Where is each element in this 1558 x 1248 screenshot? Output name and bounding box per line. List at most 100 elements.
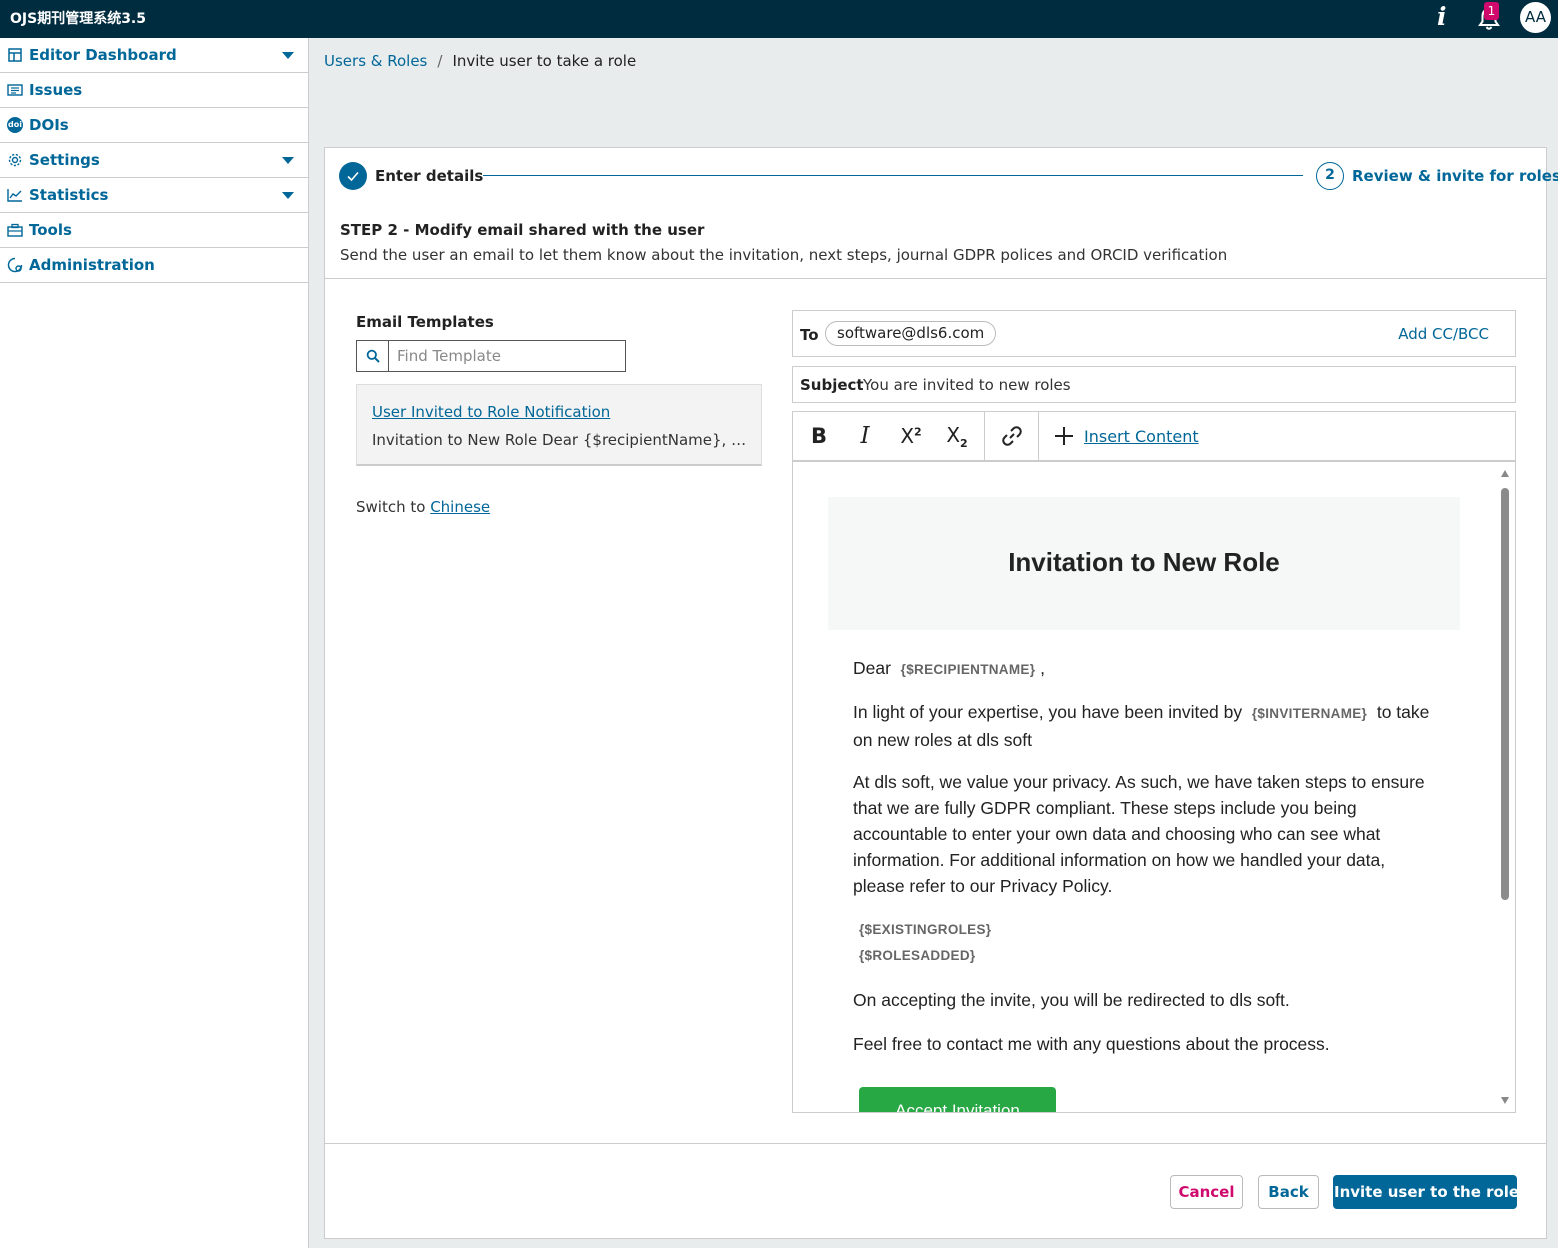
email-body-editor: B I X2 X2 Insert Content Invitation to N… bbox=[792, 411, 1516, 1113]
recipient-chip[interactable]: software@dls6.com bbox=[825, 321, 997, 346]
switch-language-prefix: Switch to bbox=[356, 498, 426, 516]
admin-icon bbox=[7, 257, 23, 273]
editor-scrollbar[interactable] bbox=[1499, 468, 1511, 1106]
link-icon bbox=[1002, 426, 1022, 446]
sidebar-item-administration[interactable]: Administration bbox=[0, 248, 308, 283]
step-enter-details[interactable]: Enter details bbox=[375, 167, 483, 185]
sidebar-item-editor-dashboard[interactable]: Editor Dashboard bbox=[0, 38, 308, 73]
step-review-invite[interactable]: Review & invite for roles bbox=[1352, 167, 1558, 185]
chevron-down-icon[interactable] bbox=[282, 52, 294, 59]
email-paragraph-2: At dls soft, we value your privacy. As s… bbox=[853, 772, 1425, 896]
step2-number[interactable]: 2 bbox=[1316, 162, 1344, 190]
switch-language-link[interactable]: Chinese bbox=[430, 498, 490, 516]
accept-invitation-button: Accept Invitation bbox=[859, 1087, 1056, 1112]
chart-icon bbox=[7, 187, 23, 203]
insert-content-button[interactable]: Insert Content bbox=[1084, 427, 1199, 446]
dashboard-icon bbox=[7, 47, 23, 63]
divider bbox=[325, 278, 1546, 279]
superscript-button[interactable]: X2 bbox=[894, 420, 928, 452]
sidebar-item-label: Settings bbox=[29, 151, 100, 169]
doi-icon: doi bbox=[7, 117, 23, 133]
to-field[interactable]: To software@dls6.com Add CC/BCC bbox=[792, 310, 1516, 357]
superscript-base: X bbox=[900, 424, 915, 448]
email-paragraph-4: Feel free to contact me with any questio… bbox=[853, 1034, 1330, 1054]
subscript-button[interactable]: X2 bbox=[940, 420, 974, 452]
sidebar-item-dois[interactable]: doi DOIs bbox=[0, 108, 308, 143]
sidebar-item-settings[interactable]: Settings bbox=[0, 143, 308, 178]
template-preview: Invitation to New Role Dear {$recipientN… bbox=[372, 431, 747, 449]
chevron-down-icon[interactable] bbox=[282, 157, 294, 164]
breadcrumb-separator: / bbox=[437, 52, 443, 70]
plus-icon[interactable] bbox=[1050, 422, 1078, 450]
subject-input[interactable]: You are invited to new roles bbox=[863, 376, 1071, 394]
info-icon[interactable]: i bbox=[1437, 2, 1447, 31]
email-body-content[interactable]: Invitation to New Role Dear {$RECIPIENTN… bbox=[793, 462, 1515, 1112]
cancel-button[interactable]: Cancel bbox=[1170, 1175, 1243, 1209]
email-paragraph-1: In light of your expertise, you have bee… bbox=[853, 699, 1433, 753]
existing-roles-tag: {$EXISTINGROLES} bbox=[859, 922, 992, 937]
footer-divider bbox=[325, 1143, 1546, 1144]
back-button[interactable]: Back bbox=[1258, 1175, 1319, 1209]
paragraph-1-start: In light of your expertise, you have bee… bbox=[853, 702, 1243, 722]
scrollbar-thumb[interactable] bbox=[1501, 488, 1509, 900]
search-icon[interactable] bbox=[357, 341, 389, 371]
to-label: To bbox=[800, 326, 819, 344]
top-bar: OJS期刊管理系统3.5 i 1 AA bbox=[0, 0, 1558, 38]
superscript-mark: 2 bbox=[914, 425, 922, 439]
breadcrumb: Users & Roles / Invite user to take a role bbox=[324, 52, 636, 70]
email-header-box: Invitation to New Role bbox=[828, 497, 1460, 630]
chevron-down-icon[interactable] bbox=[282, 192, 294, 199]
site-title[interactable]: OJS期刊管理系统3.5 bbox=[10, 8, 146, 28]
scroll-down-icon[interactable] bbox=[1501, 1097, 1509, 1104]
link-button[interactable] bbox=[995, 420, 1029, 452]
sidebar: Editor Dashboard Issues doi DOIs Setting… bbox=[0, 38, 309, 1248]
issues-icon bbox=[7, 82, 23, 98]
sidebar-item-label: Statistics bbox=[29, 186, 109, 204]
subscript-icon: X2 bbox=[946, 423, 967, 450]
step-title: STEP 2 - Modify email shared with the us… bbox=[340, 221, 705, 239]
step-progress: Enter details 2 Review & invite for role… bbox=[325, 148, 1558, 206]
email-greeting: Dear {$RECIPIENTNAME} , bbox=[853, 655, 1433, 683]
sidebar-item-issues[interactable]: Issues bbox=[0, 73, 308, 108]
roles-added-tag: {$ROLESADDED} bbox=[859, 948, 976, 963]
doi-badge: doi bbox=[7, 117, 23, 133]
sidebar-item-label: Issues bbox=[29, 81, 83, 99]
breadcrumb-current: Invite user to take a role bbox=[452, 52, 637, 70]
switch-language: Switch to Chinese bbox=[356, 498, 490, 516]
notification-badge: 1 bbox=[1484, 2, 1499, 20]
italic-button[interactable]: I bbox=[848, 420, 882, 452]
gear-icon bbox=[7, 152, 23, 168]
template-search bbox=[356, 340, 626, 372]
subject-field[interactable]: Subject You are invited to new roles bbox=[792, 366, 1516, 403]
user-avatar[interactable]: AA bbox=[1520, 2, 1551, 33]
editor-toolbar: B I X2 X2 Insert Content bbox=[793, 412, 1515, 462]
email-paragraph-3: On accepting the invite, you will be red… bbox=[853, 990, 1290, 1010]
breadcrumb-users-roles-link[interactable]: Users & Roles bbox=[324, 52, 427, 70]
superscript-icon: X2 bbox=[900, 424, 921, 448]
greeting-suffix: , bbox=[1040, 658, 1045, 678]
sidebar-item-label: DOIs bbox=[29, 116, 69, 134]
email-title: Invitation to New Role bbox=[1008, 547, 1280, 577]
toolbar-divider bbox=[1038, 412, 1039, 460]
bold-button[interactable]: B bbox=[802, 420, 836, 452]
greeting-text: Dear bbox=[853, 658, 891, 678]
sidebar-item-statistics[interactable]: Statistics bbox=[0, 178, 308, 213]
subject-label: Subject bbox=[800, 376, 864, 394]
bold-icon: B bbox=[810, 424, 827, 448]
add-cc-bcc-button[interactable]: Add CC/BCC bbox=[1398, 325, 1489, 343]
toolbar-divider bbox=[984, 412, 985, 460]
subscript-mark: 2 bbox=[960, 436, 968, 450]
scroll-up-icon[interactable] bbox=[1501, 470, 1509, 477]
sidebar-item-label: Editor Dashboard bbox=[29, 46, 177, 64]
subscript-base: X bbox=[946, 422, 961, 447]
toolbox-icon bbox=[7, 222, 23, 238]
italic-icon: I bbox=[860, 423, 870, 449]
checkmark-icon[interactable] bbox=[339, 162, 367, 190]
sidebar-item-tools[interactable]: Tools bbox=[0, 213, 308, 248]
sidebar-item-label: Administration bbox=[29, 256, 155, 274]
template-list-item[interactable]: User Invited to Role Notification Invita… bbox=[356, 384, 762, 466]
step-description: Send the user an email to let them know … bbox=[340, 246, 1228, 264]
invite-user-button[interactable]: Invite user to the role bbox=[1333, 1175, 1519, 1209]
template-search-input[interactable] bbox=[397, 345, 617, 367]
template-title-link[interactable]: User Invited to Role Notification bbox=[372, 403, 610, 421]
